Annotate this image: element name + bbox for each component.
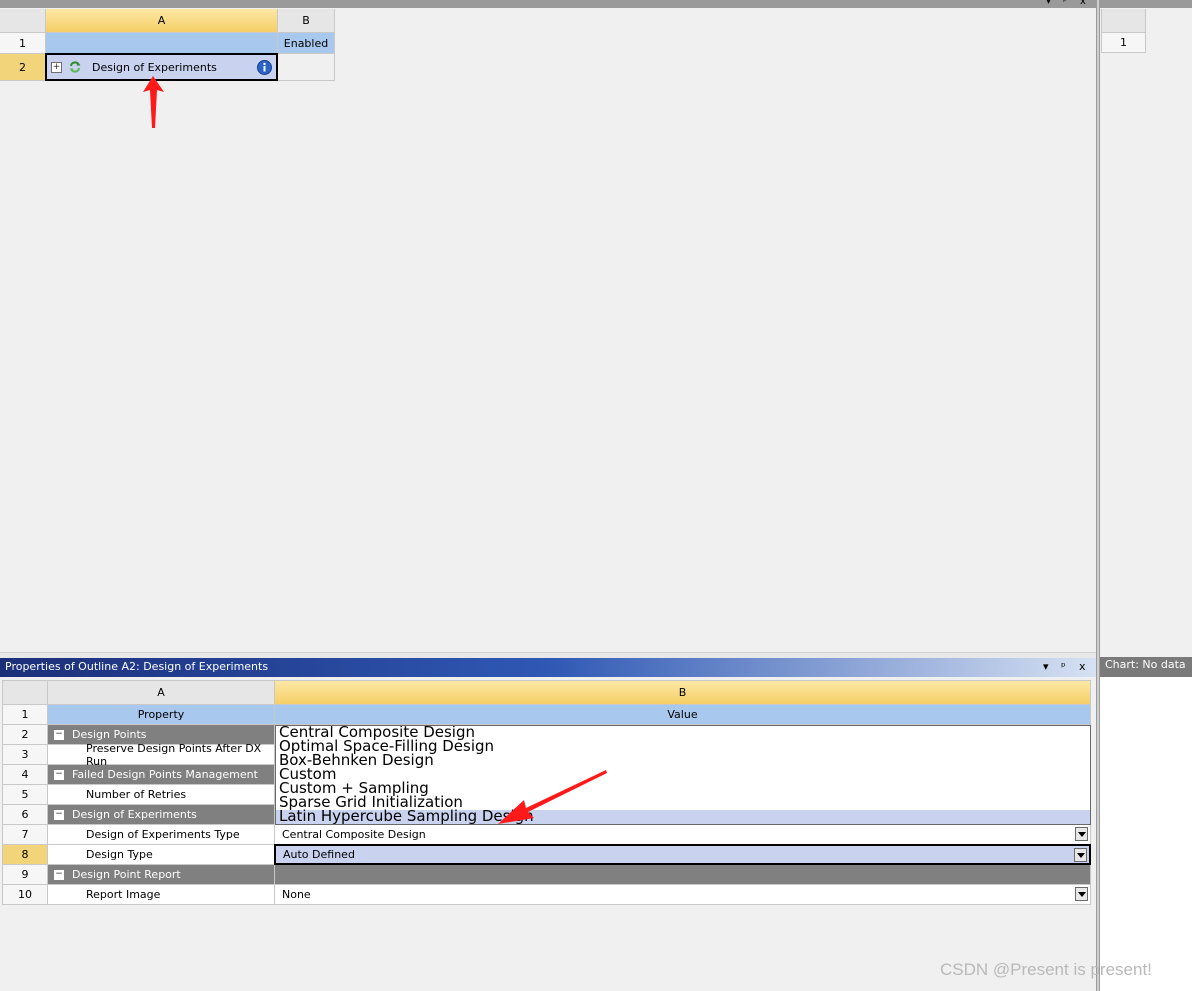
properties-row-number[interactable]: 1	[3, 705, 48, 725]
properties-row-number[interactable]: 8	[3, 845, 48, 865]
doe-type-select[interactable]: Central Composite Design	[275, 825, 1091, 845]
info-icon[interactable]	[257, 59, 272, 75]
side-table-row-number[interactable]: 1	[1101, 33, 1146, 53]
properties-pin-icon[interactable]: ᵖ	[1061, 660, 1066, 674]
properties-row-number[interactable]: 6	[3, 805, 48, 825]
property-column-label: Property	[48, 705, 275, 725]
outline-row1-col-a	[46, 33, 278, 54]
design-type-select[interactable]: Auto Defined	[274, 844, 1091, 865]
refresh-icon	[68, 60, 82, 74]
section-label: Design Points	[72, 728, 147, 741]
properties-column-b-header[interactable]: B	[275, 681, 1091, 705]
design-of-experiments-label: Design of Experiments	[92, 60, 217, 74]
section-label: Design Point Report	[72, 868, 181, 881]
property-label: Design Type	[48, 845, 275, 865]
properties-column-a-header[interactable]: A	[48, 681, 275, 705]
dropdown-arrow-icon[interactable]	[1075, 827, 1088, 841]
doe-type-dropdown-list[interactable]: Central Composite Design Optimal Space-F…	[275, 725, 1091, 825]
section-design-of-experiments[interactable]: − Design of Experiments	[48, 805, 275, 825]
properties-row-number[interactable]: 9	[3, 865, 48, 885]
outline-pin-icon[interactable]: ᵖ	[1063, 0, 1067, 8]
properties-row-number[interactable]: 3	[3, 745, 48, 765]
annotation-arrow-icon	[498, 770, 607, 824]
properties-row-number[interactable]: 2	[3, 725, 48, 745]
property-label: Report Image	[48, 885, 275, 905]
outline-menu-icon[interactable]: ▾	[1046, 0, 1051, 8]
outline-row-number[interactable]: 2	[0, 54, 46, 81]
properties-row-number[interactable]: 7	[3, 825, 48, 845]
property-label: Design of Experiments Type	[48, 825, 275, 845]
properties-close-icon[interactable]: x	[1079, 660, 1086, 674]
collapse-icon[interactable]: −	[54, 769, 64, 780]
properties-title: Properties of Outline A2: Design of Expe…	[5, 660, 269, 673]
properties-titlebar: Properties of Outline A2: Design of Expe…	[0, 658, 1096, 677]
side-panel-titlebar	[1100, 0, 1192, 8]
properties-row-number[interactable]: 4	[3, 765, 48, 785]
property-label: Preserve Design Points After DX Run	[48, 742, 275, 768]
report-image-value: None	[282, 888, 311, 901]
properties-menu-icon[interactable]: ▾	[1043, 660, 1049, 674]
section-label: Design of Experiments	[72, 808, 197, 821]
collapse-icon[interactable]: −	[54, 809, 64, 820]
collapse-icon[interactable]: −	[54, 729, 64, 740]
watermark: CSDN @Present is present!	[940, 960, 1152, 979]
properties-row-number[interactable]: 5	[3, 785, 48, 805]
enabled-column-label: Enabled	[278, 33, 335, 54]
section-label: Failed Design Points Management	[72, 768, 258, 781]
dropdown-arrow-icon[interactable]	[1074, 848, 1087, 862]
outline-titlebar	[0, 0, 1096, 8]
chart-panel-body	[1100, 677, 1192, 991]
outline-row-number[interactable]: 1	[0, 33, 46, 54]
annotation-arrow-up-icon	[143, 76, 164, 128]
outline-column-a-header[interactable]: A	[46, 9, 278, 33]
section-fill	[275, 865, 1091, 885]
outline-corner[interactable]	[0, 9, 46, 33]
dropdown-option[interactable]: Box-Behnken Design	[276, 753, 1090, 768]
expand-icon[interactable]: +	[51, 61, 62, 73]
outline-column-b-header[interactable]: B	[278, 9, 335, 33]
section-design-point-report[interactable]: − Design Point Report	[48, 865, 275, 885]
design-type-value: Auto Defined	[283, 848, 355, 861]
section-failed-design-points[interactable]: − Failed Design Points Management	[48, 765, 275, 785]
dropdown-option-highlighted[interactable]: Latin Hypercube Sampling Design	[276, 809, 1090, 824]
doe-type-value: Central Composite Design	[282, 828, 426, 841]
value-column-label: Value	[275, 705, 1091, 725]
properties-corner[interactable]	[3, 681, 48, 705]
enabled-cell[interactable]	[278, 54, 335, 81]
property-label: Number of Retries	[48, 785, 275, 805]
report-image-select[interactable]: None	[275, 885, 1091, 905]
chart-panel-label: Chart: No data	[1105, 658, 1186, 671]
outline-close-icon[interactable]: x	[1080, 0, 1086, 8]
properties-row-number[interactable]: 10	[3, 885, 48, 905]
collapse-icon[interactable]: −	[54, 869, 64, 880]
dropdown-arrow-icon[interactable]	[1075, 887, 1088, 901]
side-table-corner[interactable]	[1101, 9, 1146, 33]
